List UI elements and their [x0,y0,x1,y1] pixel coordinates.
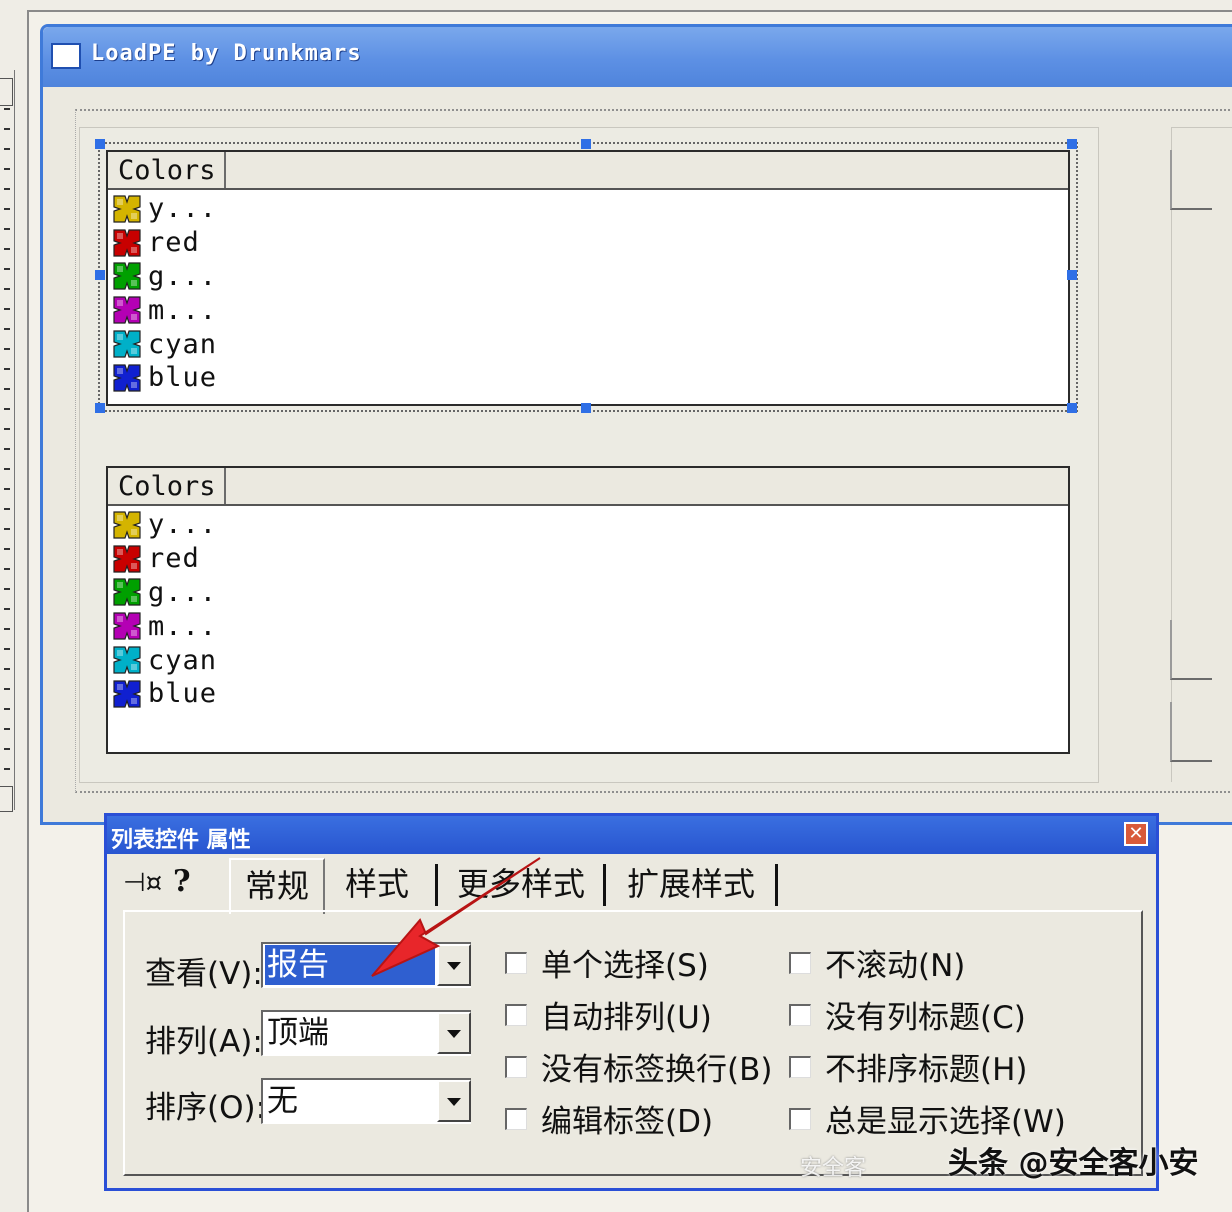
watermark: 头条 @安全客小安 [948,1146,1199,1181]
annotation-arrow-icon [371,857,541,977]
watermark-faint: 安全客 [800,1156,867,1181]
